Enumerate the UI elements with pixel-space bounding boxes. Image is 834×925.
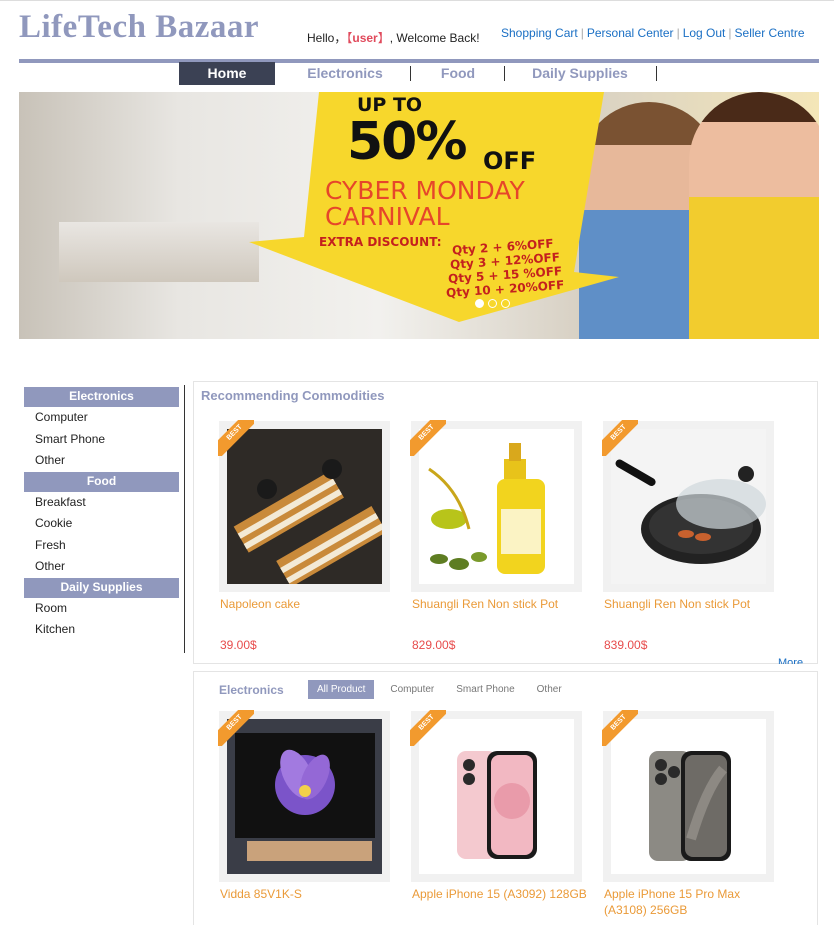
banner-percent: 50% (347, 112, 467, 172)
sidebar-item-food-other[interactable]: Other (24, 556, 179, 578)
sidebar-item-breakfast[interactable]: Breakfast (24, 492, 179, 514)
product-name[interactable]: Vidda 85V1K-S (220, 886, 400, 902)
top-border (0, 0, 834, 1)
sidebar-item-smart-phone[interactable]: Smart Phone (24, 429, 179, 451)
electronics-title: Electronics (219, 683, 284, 697)
site-logo[interactable]: LifeTech Bazaar (19, 9, 259, 46)
product-price: 829.00$ (412, 638, 456, 652)
username: user (352, 31, 378, 45)
seller-centre-link[interactable]: Seller Centre (735, 26, 805, 40)
product-name[interactable]: Napoleon cake (220, 596, 400, 612)
product-name[interactable]: Shuangli Ren Non stick Pot (412, 596, 592, 612)
nav-daily-supplies[interactable]: Daily Supplies (515, 62, 645, 85)
best-badge: BEST (218, 710, 254, 746)
category-sidebar: Electronics Computer Smart Phone Other F… (24, 385, 185, 653)
carousel-dot-2[interactable] (488, 299, 497, 308)
top-links: Shopping Cart | Personal Center | Log Out | Se… (501, 26, 805, 40)
nav-home[interactable]: Home (179, 62, 275, 85)
banner-carnival: CARNIVAL (325, 202, 450, 231)
sidebar-item-room[interactable]: Room (24, 598, 179, 620)
bracket-close: 】 (377, 31, 390, 45)
best-badge: BEST (218, 420, 254, 456)
category-food[interactable]: Food (24, 471, 179, 492)
tab-smart-phone[interactable]: Smart Phone (456, 684, 514, 695)
tab-other[interactable]: Other (537, 684, 562, 695)
product-name[interactable]: Apple iPhone 15 (A3092) 128GB (412, 886, 592, 902)
tab-computer[interactable]: Computer (390, 684, 434, 695)
best-badge: BEST (410, 710, 446, 746)
sidebar-item-fresh[interactable]: Fresh (24, 535, 179, 557)
sidebar-item-kitchen[interactable]: Kitchen (24, 619, 179, 641)
product-name[interactable]: Apple iPhone 15 Pro Max (A3108) 256GB (604, 886, 784, 918)
carousel-dot-1[interactable] (475, 299, 484, 308)
nav-food[interactable]: Food (418, 62, 498, 85)
product-price: 39.00$ (220, 638, 257, 652)
sidebar-divider (184, 385, 185, 653)
recommend-title: Recommending Commodities (201, 388, 385, 403)
personal-center-link[interactable]: Personal Center (587, 26, 674, 40)
sidebar-item-electronics-other[interactable]: Other (24, 450, 179, 472)
hello-suffix: , Welcome Back! (389, 31, 480, 45)
tab-all-product[interactable]: All Product (308, 680, 375, 699)
product-price: 839.00$ (604, 638, 648, 652)
carousel-dots (475, 299, 510, 308)
welcome-message: Hello，【user】, Welcome Back! (307, 29, 480, 46)
banner-discount-label: EXTRA DISCOUNT: (319, 235, 442, 249)
more-link[interactable]: More (778, 656, 803, 664)
category-electronics[interactable]: Electronics (24, 387, 179, 407)
banner-off: OFF (483, 147, 537, 175)
carousel-dot-3[interactable] (501, 299, 510, 308)
best-badge: BEST (602, 420, 638, 456)
main-nav: Home Electronics Food Daily Supplies (0, 62, 834, 86)
banner-cyber-monday: CYBER MONDAY (325, 176, 525, 205)
promo-banner[interactable]: UP TO 50% OFF CYBER MONDAY CARNIVAL EXTR… (19, 92, 819, 339)
category-daily-supplies[interactable]: Daily Supplies (24, 577, 179, 598)
product-name[interactable]: Shuangli Ren Non stick Pot (604, 596, 784, 612)
nav-electronics[interactable]: Electronics (290, 62, 400, 85)
hello-prefix: Hello， (307, 31, 347, 45)
best-badge: BEST (602, 710, 638, 746)
log-out-link[interactable]: Log Out (683, 26, 726, 40)
sidebar-item-computer[interactable]: Computer (24, 407, 179, 429)
sidebar-item-cookie[interactable]: Cookie (24, 513, 179, 535)
best-badge: BEST (410, 420, 446, 456)
electronics-tabs: All Product Computer Smart Phone Other (308, 680, 584, 699)
shopping-cart-link[interactable]: Shopping Cart (501, 26, 578, 40)
